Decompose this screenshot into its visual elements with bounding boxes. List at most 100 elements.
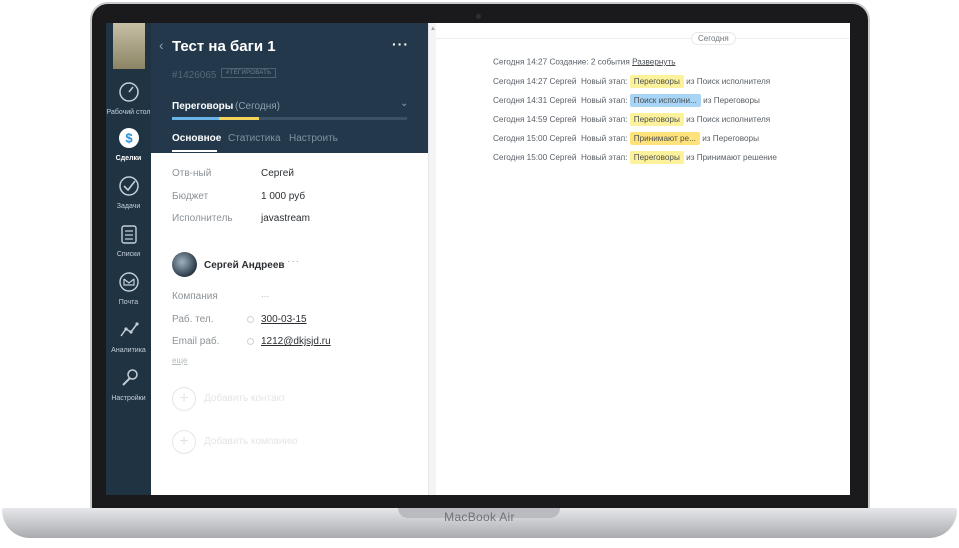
- plus-icon: +: [172, 387, 196, 411]
- field-label-company: Компания: [172, 291, 218, 302]
- camera-icon: [476, 14, 481, 19]
- feed-user[interactable]: Сергей: [549, 153, 576, 162]
- active-tab-indicator: [172, 150, 217, 152]
- email-icon: [247, 338, 254, 345]
- field-value-executor[interactable]: javastream: [261, 213, 310, 224]
- chevron-down-icon[interactable]: ⌄: [400, 98, 408, 109]
- field-label-executor: Исполнитель: [172, 213, 233, 224]
- feed-header-row: Сегодня 14:27 Создание: 2 события Развер…: [493, 57, 676, 71]
- feed-from: из Переговоры: [703, 96, 760, 105]
- card-header: ‹ Тест на баги 1 ··· #1426065 #ТЕГИРОВАТ…: [151, 23, 428, 153]
- feed-from: из Поиск исполнителя: [686, 115, 771, 124]
- tab-statistics[interactable]: Статистика: [228, 133, 281, 144]
- feed-row: Сегодня 14:27 Сергей Новый этап: Перегов…: [493, 75, 770, 89]
- plus-icon: +: [172, 430, 196, 454]
- brand-label: MacBook Air: [444, 510, 515, 524]
- tasks-icon: [118, 176, 139, 196]
- feed-time: Сегодня 14:31: [493, 96, 548, 105]
- deals-icon: $: [118, 128, 139, 148]
- sidebar-item-tasks[interactable]: Задачи: [106, 175, 151, 211]
- deal-card: ‹ Тест на баги 1 ··· #1426065 #ТЕГИРОВАТ…: [151, 23, 428, 495]
- feed-row: Сегодня 14:31 Сергей Новый этап: Поиск и…: [493, 94, 760, 108]
- deal-id: #1426065: [172, 70, 217, 81]
- feed-from: из Принимают решение: [686, 153, 777, 162]
- sidebar-nav: Рабочий стол $ Сделки Задачи Списки Почт…: [106, 23, 151, 495]
- feed-row: Сегодня 15:00 Сергей Новый этап: Принима…: [493, 132, 759, 146]
- sidebar-item-analytics[interactable]: Аналитика: [106, 319, 151, 355]
- stage-name[interactable]: Переговоры: [172, 101, 233, 112]
- field-label-work-email: Email раб.: [172, 336, 220, 347]
- field-label-budget: Бюджет: [172, 191, 209, 202]
- lists-icon: [120, 225, 137, 244]
- feed-row: Сегодня 14:59 Сергей Новый этап: Перегов…: [493, 113, 770, 127]
- contact-more-button[interactable]: ···: [287, 256, 300, 267]
- feed-user[interactable]: Сергей: [549, 115, 576, 124]
- add-contact-button[interactable]: + Добавить контакт: [172, 387, 412, 411]
- activity-feed: Сегодня Сегодня 14:27 Создание: 2 событи…: [436, 23, 850, 495]
- panel-divider[interactable]: [428, 23, 436, 495]
- field-value-work-email[interactable]: 1212@dkjsjd.ru: [261, 336, 331, 347]
- deal-title[interactable]: Тест на баги 1: [172, 38, 276, 55]
- field-value-work-phone[interactable]: 300-03-15: [261, 314, 307, 325]
- field-value-responsible[interactable]: Сергей: [261, 168, 294, 179]
- sidebar-item-label: Рабочий стол: [106, 109, 151, 116]
- feed-time: Сегодня 14:59: [493, 115, 548, 124]
- feed-action: Новый этап:: [580, 115, 628, 124]
- add-company-button[interactable]: + Добавить компанию: [172, 430, 412, 454]
- feed-user[interactable]: Сергей: [549, 96, 576, 105]
- feed-text: Создание: 2 события: [549, 57, 630, 67]
- stage-pill: Переговоры: [629, 151, 684, 164]
- field-label-responsible: Отв-ный: [172, 168, 212, 179]
- sidebar-item-label: Сделки: [115, 155, 142, 162]
- tab-main[interactable]: Основное: [172, 133, 221, 144]
- date-separator: [436, 38, 850, 39]
- feed-time: Сегодня 14:27: [493, 77, 548, 86]
- date-chip: Сегодня: [691, 32, 736, 45]
- feed-user[interactable]: Сергей: [549, 134, 576, 143]
- field-value-budget[interactable]: 1 000 руб: [261, 191, 305, 202]
- stage-progress-blue: [172, 117, 219, 120]
- more-menu-button[interactable]: ···: [392, 36, 409, 52]
- sidebar-item-label: Аналитика: [111, 347, 146, 354]
- tag-button[interactable]: #ТЕГИРОВАТЬ: [221, 68, 277, 78]
- feed-from: из Переговоры: [702, 134, 759, 143]
- feed-action: Новый этап:: [580, 153, 628, 162]
- sidebar-item-dashboard[interactable]: Рабочий стол: [106, 81, 151, 117]
- screen: Рабочий стол $ Сделки Задачи Списки Почт…: [106, 23, 850, 495]
- field-label-work-phone: Раб. тел.: [172, 314, 214, 325]
- feed-action: Новый этап:: [580, 77, 628, 86]
- account-avatar[interactable]: [112, 23, 145, 69]
- tab-configure[interactable]: Настроить: [289, 133, 338, 144]
- settings-icon: [121, 369, 138, 386]
- stage-progress-bar: [172, 117, 407, 120]
- show-more-link[interactable]: еще: [172, 356, 187, 365]
- add-contact-label: Добавить контакт: [204, 393, 286, 404]
- stage-date: (Сегодня): [235, 101, 280, 112]
- back-icon[interactable]: ‹: [159, 37, 164, 53]
- sidebar-item-label: Настройки: [111, 395, 146, 402]
- stage-pill: Переговоры: [629, 113, 684, 126]
- sidebar-item-mail[interactable]: Почта: [106, 271, 151, 307]
- feed-time: Сегодня 15:00: [493, 153, 548, 162]
- mail-icon: [118, 272, 139, 292]
- stage-progress-yellow: [219, 117, 259, 120]
- dashboard-icon: [118, 82, 139, 102]
- feed-user[interactable]: Сергей: [549, 77, 576, 86]
- add-company-label: Добавить компанию: [204, 436, 298, 447]
- phone-icon: [247, 316, 254, 323]
- sidebar-item-label: Задачи: [116, 203, 141, 210]
- sidebar-item-settings[interactable]: Настройки: [106, 367, 151, 403]
- feed-from: из Поиск исполнителя: [686, 77, 771, 86]
- contact-avatar[interactable]: [172, 252, 197, 277]
- feed-action: Новый этап:: [580, 134, 628, 143]
- contact-name[interactable]: Сергей Андреев: [204, 260, 285, 271]
- sidebar-item-label: Списки: [116, 251, 141, 258]
- sidebar-item-lists[interactable]: Списки: [106, 223, 151, 259]
- svg-text:$: $: [125, 131, 133, 146]
- sidebar-item-deals[interactable]: $ Сделки: [106, 127, 151, 163]
- stage-pill: Принимают ре...: [629, 132, 700, 145]
- feed-row: Сегодня 15:00 Сергей Новый этап: Перегов…: [493, 151, 777, 165]
- field-value-company[interactable]: ...: [261, 289, 269, 300]
- feed-time: Сегодня 14:27: [493, 57, 548, 67]
- expand-link[interactable]: Развернуть: [632, 57, 675, 66]
